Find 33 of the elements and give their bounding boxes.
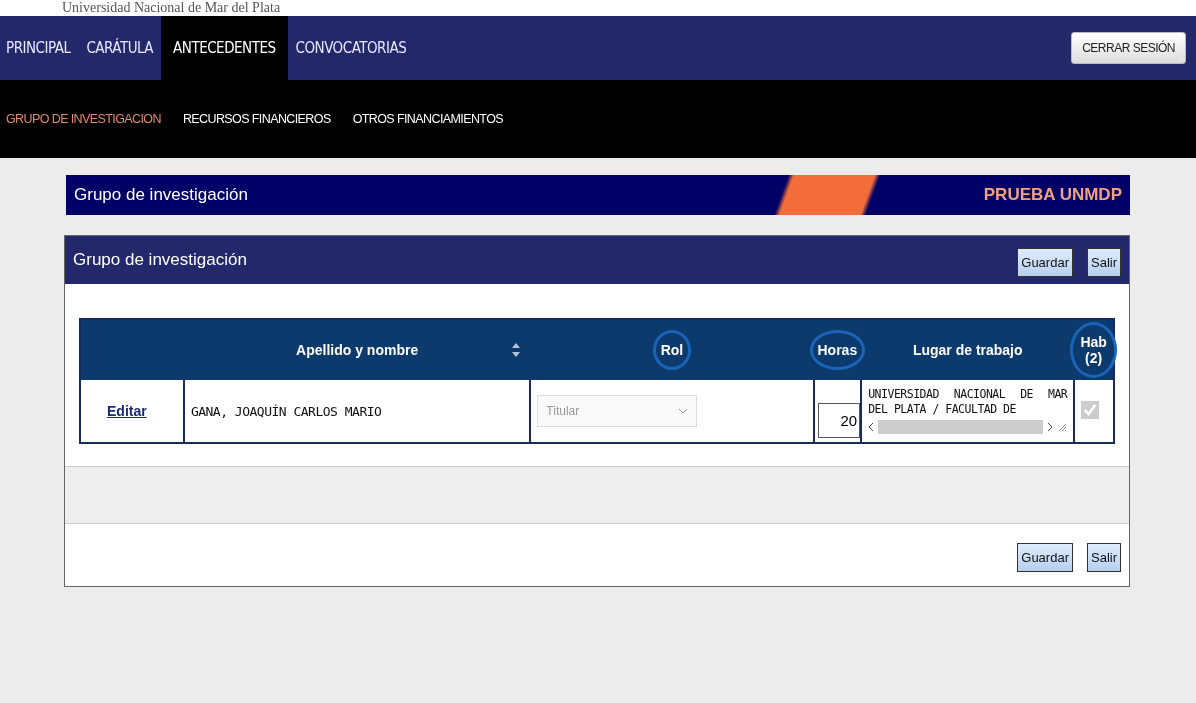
sort-icon[interactable]	[512, 343, 521, 357]
workplace-textarea[interactable]: UNIVERSIDAD NACIONAL DE MAR DEL PLATA / FACULTAD DE	[868, 387, 1068, 435]
action-button[interactable]: Guardar	[1017, 542, 1073, 572]
action-button[interactable]: Guardar	[1017, 247, 1073, 277]
horizontal-scrollbar[interactable]	[868, 419, 1068, 435]
institution-name: Universidad Nacional de Mar del Plata	[0, 0, 1196, 16]
action-button[interactable]: Salir	[1087, 247, 1121, 277]
member-name: GANA, JOAQUÍN CARLOS MARIO	[190, 404, 382, 419]
chevron-down-icon	[677, 408, 688, 414]
nav-tab[interactable]: CARÁTULA	[78, 16, 162, 80]
project-name: PRUEBA UNMDP	[983, 185, 1122, 205]
column-header: Horas	[817, 342, 858, 358]
column-header: Hab (2)	[1080, 334, 1107, 366]
chevron-right-icon[interactable]	[1047, 422, 1054, 432]
column-header: Apellido y nombre	[296, 342, 419, 358]
panel-title: Grupo de investigación	[73, 250, 247, 270]
banner-title: Grupo de investigación	[74, 185, 248, 205]
sub-nav-tab[interactable]: RECURSOS FINANCIEROS	[182, 112, 331, 126]
chevron-left-icon[interactable]	[868, 422, 875, 432]
hours-field[interactable]: 20	[817, 403, 861, 438]
column-header: Rol	[660, 342, 684, 358]
column-header: Lugar de trabajo	[912, 342, 1023, 358]
sub-nav-tab[interactable]: OTROS FINANCIAMIENTOS	[352, 112, 504, 126]
pen-circle	[652, 330, 692, 370]
resize-grip-icon[interactable]	[1057, 422, 1068, 432]
logout-button[interactable]: CERRAR SESIÓN	[1071, 32, 1186, 64]
nav-tab[interactable]: PRINCIPAL	[0, 16, 79, 80]
action-button[interactable]: Salir	[1087, 542, 1121, 572]
nav-tab[interactable]: CONVOCATORIAS	[287, 16, 415, 80]
nav-tab[interactable]: ANTECEDENTES	[161, 16, 288, 80]
edit-link[interactable]: Editar	[107, 403, 147, 419]
scroll-thumb[interactable]	[878, 420, 1044, 434]
sub-nav-tab[interactable]: GRUPO DE INVESTIGACION	[6, 112, 161, 126]
